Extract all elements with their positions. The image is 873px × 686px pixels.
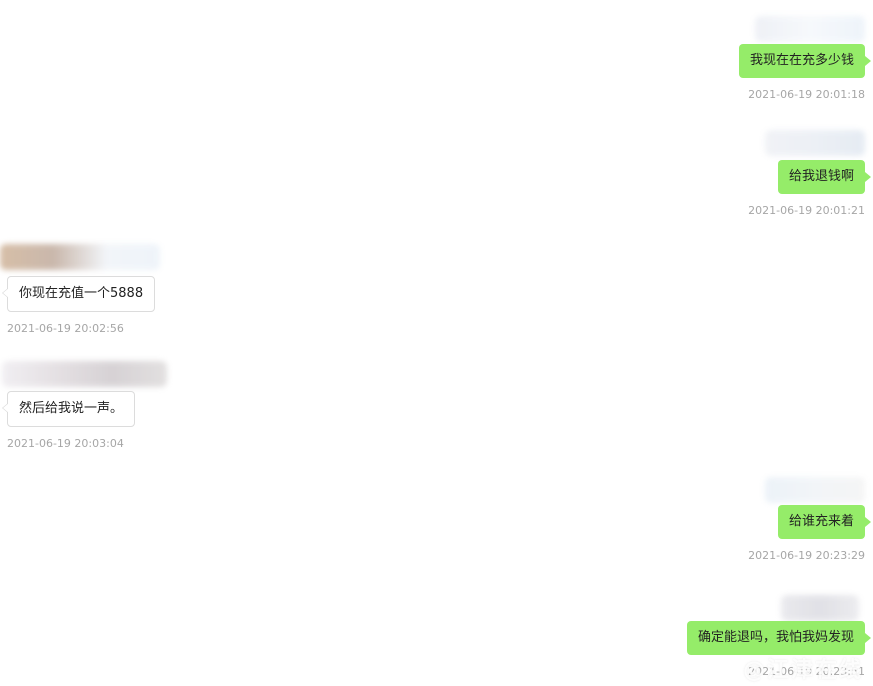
message-timestamp: 2021-06-19 20:01:18 <box>748 88 865 101</box>
message-bubble[interactable]: 给我退钱啊 <box>777 160 872 194</box>
message-timestamp: 2021-06-19 20:02:56 <box>7 322 124 335</box>
message-timestamp: 2021-06-19 20:23:29 <box>748 549 865 562</box>
blurred-avatar-name <box>2 361 167 387</box>
message-received-2: 然后给我说一声。 2021-06-19 20:03:04 <box>1 361 167 451</box>
message-sent-3: 给谁充来着 2021-06-19 20:23:29 <box>748 477 872 563</box>
message-bubble[interactable]: 我现在在充多少钱 <box>738 44 872 78</box>
message-sent-1: 我现在在充多少钱 2021-06-19 20:01:18 <box>738 16 872 102</box>
message-sent-2: 给我退钱啊 2021-06-19 20:01:21 <box>748 130 872 218</box>
blurred-avatar-name <box>781 595 859 621</box>
message-bubble[interactable]: 然后给我说一声。 <box>1 391 136 427</box>
message-received-1: 你现在充值一个5888 2021-06-19 20:02:56 <box>0 244 160 336</box>
blurred-avatar-name <box>755 16 865 42</box>
message-timestamp: 2021-06-19 20:01:21 <box>748 204 865 217</box>
message-timestamp: 2021-06-19 20:03:04 <box>7 437 124 450</box>
blurred-avatar-name <box>0 244 160 270</box>
message-bubble[interactable]: 你现在充值一个5888 <box>1 276 156 312</box>
message-bubble[interactable]: 给谁充来着 <box>777 505 872 539</box>
watermark: @江津在线 <box>742 658 863 683</box>
blurred-avatar-name <box>765 130 865 156</box>
blurred-avatar-name <box>765 477 865 503</box>
message-bubble[interactable]: 确定能退吗，我怕我妈发现 <box>686 621 872 655</box>
